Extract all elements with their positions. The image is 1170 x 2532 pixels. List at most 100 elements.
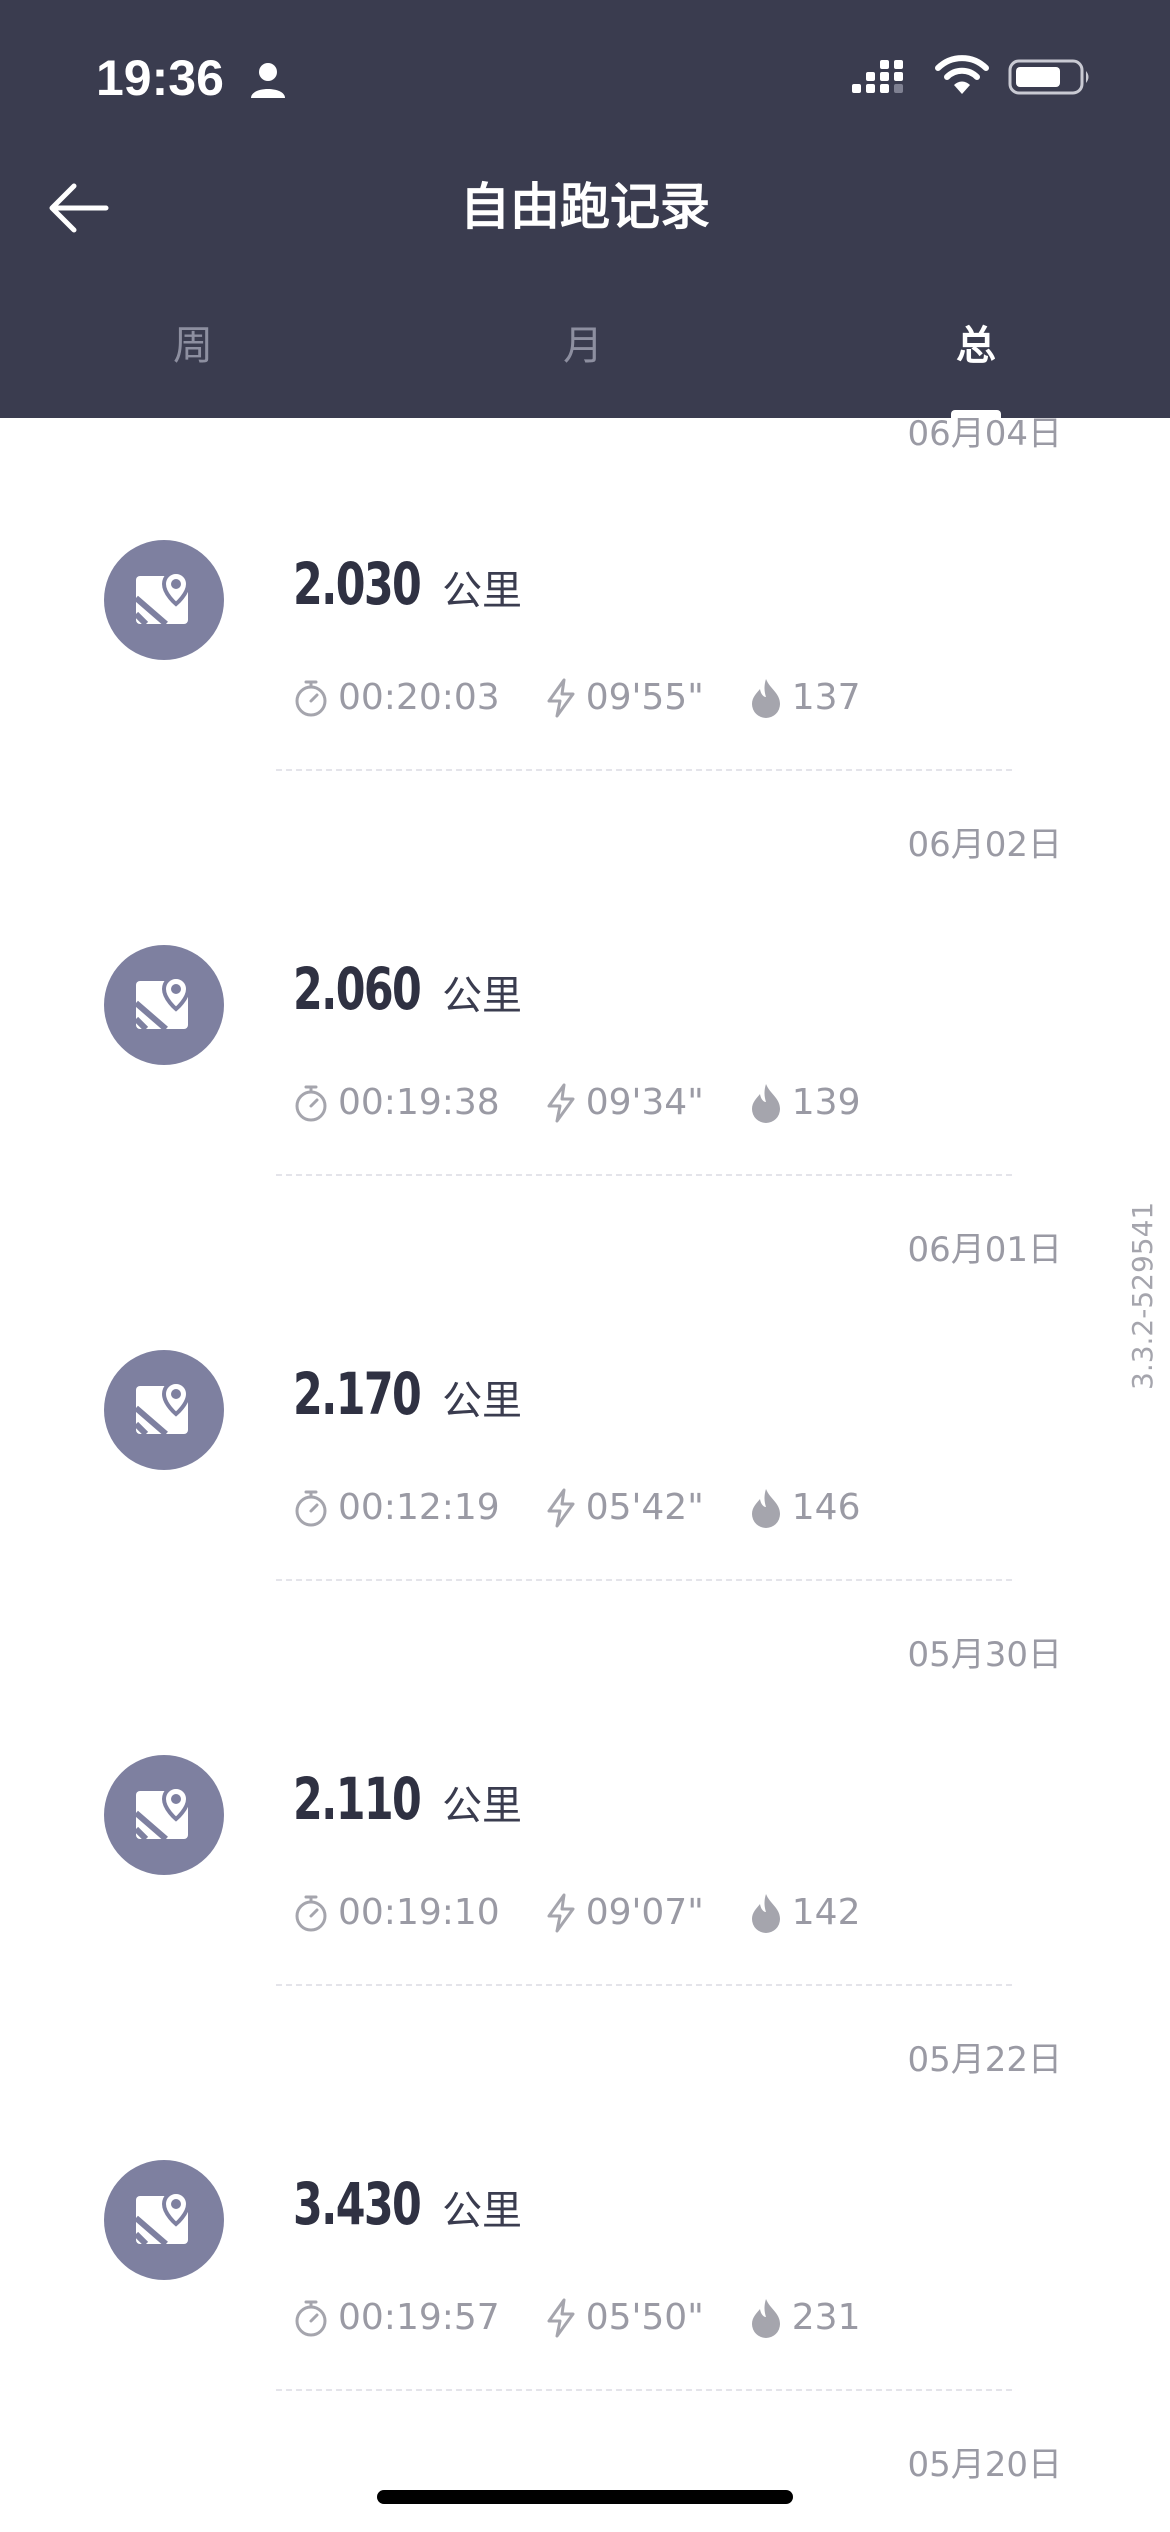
distance-unit: 公里 (442, 568, 523, 614)
pace-value: 09'34" (585, 1082, 704, 1123)
stopwatch-icon (295, 680, 327, 717)
record-stats: 00:12:19 05'42" 146 (292, 1486, 904, 1530)
tab-month[interactable]: 月 (483, 318, 683, 374)
status-time: 19:36 (96, 50, 224, 106)
record-item[interactable]: 05月22日 3.430 公里 00:19:57 05'50" 231 (0, 2038, 1170, 2443)
map-route-icon (104, 945, 224, 1065)
pace-stat: 09'34" (544, 1081, 704, 1125)
flame-icon (751, 1489, 780, 1528)
pace-stat: 05'42" (544, 1486, 704, 1530)
distance-value: 2.060 (293, 955, 422, 1023)
distance-value: 2.110 (293, 1765, 422, 1833)
lightning-icon (547, 678, 575, 718)
lightning-icon (547, 2298, 575, 2338)
battery-icon (1008, 59, 1089, 95)
record-item[interactable]: 05月30日 2.110 公里 00:19:10 09'07" 142 (0, 1633, 1170, 2038)
record-stats: 00:19:57 05'50" 231 (292, 2296, 904, 2340)
duration-value: 00:19:57 (338, 2297, 500, 2338)
stopwatch-icon (295, 2300, 327, 2337)
calories-value: 146 (791, 1487, 861, 1528)
pace-stat: 09'55" (544, 676, 704, 720)
calories-stat: 137 (748, 676, 861, 720)
record-date: 05月22日 (907, 2040, 1062, 2080)
record-list: 06月04日 2.030 公里 00:20:03 09'55" 137 06月0… (0, 414, 1170, 2523)
map-route-icon (104, 540, 224, 660)
person-icon (251, 63, 285, 98)
stopwatch-icon (295, 1085, 327, 1122)
record-item[interactable]: 06月02日 2.060 公里 00:19:38 09'34" 139 (0, 823, 1170, 1228)
pace-value: 09'07" (585, 1892, 704, 1933)
duration-value: 00:20:03 (338, 677, 500, 718)
distance-value: 2.170 (293, 1360, 422, 1428)
record-distance: 2.170 公里 (293, 1360, 522, 1428)
stopwatch-icon (295, 1490, 327, 1527)
duration-stat: 00:19:10 (292, 1891, 500, 1935)
divider (276, 1984, 1012, 1986)
wifi-icon (935, 55, 989, 94)
distance-unit: 公里 (442, 1378, 523, 1424)
version-label: 3.3.2-529541 (1126, 1201, 1159, 1390)
record-item[interactable]: 05月20日 (0, 2443, 1170, 2523)
record-item[interactable]: 06月04日 2.030 公里 00:20:03 09'55" 137 (0, 414, 1170, 823)
record-distance: 2.030 公里 (293, 550, 522, 618)
divider (276, 1174, 1012, 1176)
pace-value: 09'55" (585, 677, 704, 718)
calories-value: 139 (791, 1082, 861, 1123)
record-distance: 2.060 公里 (293, 955, 522, 1023)
record-date: 05月20日 (907, 2445, 1062, 2485)
pace-stat: 09'07" (544, 1891, 704, 1935)
flame-icon (751, 679, 780, 718)
record-date: 06月04日 (907, 414, 1062, 454)
distance-value: 2.030 (293, 550, 422, 618)
lightning-icon (547, 1488, 575, 1528)
lightning-icon (547, 1893, 575, 1933)
distance-unit: 公里 (442, 1783, 523, 1829)
calories-stat: 231 (748, 2296, 861, 2340)
record-item[interactable]: 06月01日 2.170 公里 00:12:19 05'42" 146 (0, 1228, 1170, 1633)
record-distance: 3.430 公里 (293, 2170, 522, 2238)
lightning-icon (547, 1083, 575, 1123)
record-stats: 00:19:10 09'07" 142 (292, 1891, 904, 1935)
divider (276, 769, 1012, 771)
calories-value: 142 (791, 1892, 861, 1933)
tab-total[interactable]: 总 (876, 318, 1076, 374)
header-bar: 19:36 自由跑记录 周 月 总 (0, 0, 1170, 418)
duration-stat: 00:12:19 (292, 1486, 500, 1530)
home-indicator (377, 2490, 793, 2504)
duration-value: 00:12:19 (338, 1487, 500, 1528)
pace-value: 05'42" (585, 1487, 704, 1528)
map-route-icon (104, 2160, 224, 2280)
calories-value: 137 (791, 677, 861, 718)
record-stats: 00:19:38 09'34" 139 (292, 1081, 904, 1125)
tab-week[interactable]: 周 (93, 318, 293, 374)
map-route-icon (104, 1350, 224, 1470)
record-date: 06月02日 (907, 825, 1062, 865)
calories-value: 231 (791, 2297, 861, 2338)
distance-value: 3.430 (293, 2170, 422, 2238)
record-distance: 2.110 公里 (293, 1765, 522, 1833)
distance-unit: 公里 (442, 973, 523, 1019)
duration-stat: 00:19:38 (292, 1081, 500, 1125)
flame-icon (751, 2299, 780, 2338)
duration-stat: 00:20:03 (292, 676, 500, 720)
calories-stat: 139 (748, 1081, 861, 1125)
pace-stat: 05'50" (544, 2296, 704, 2340)
divider (276, 2389, 1012, 2391)
distance-unit: 公里 (442, 2188, 523, 2234)
duration-value: 00:19:38 (338, 1082, 500, 1123)
duration-stat: 00:19:57 (292, 2296, 500, 2340)
map-route-icon (104, 1755, 224, 1875)
flame-icon (751, 1084, 780, 1123)
record-date: 06月01日 (907, 1230, 1062, 1270)
page-title: 自由跑记录 (460, 178, 710, 236)
duration-value: 00:19:10 (338, 1892, 500, 1933)
record-stats: 00:20:03 09'55" 137 (292, 676, 904, 720)
flame-icon (751, 1894, 780, 1933)
calories-stat: 146 (748, 1486, 861, 1530)
stopwatch-icon (295, 1895, 327, 1932)
pace-value: 05'50" (585, 2297, 704, 2338)
signal-icon (852, 60, 903, 93)
divider (276, 1579, 1012, 1581)
calories-stat: 142 (748, 1891, 861, 1935)
record-date: 05月30日 (907, 1635, 1062, 1675)
